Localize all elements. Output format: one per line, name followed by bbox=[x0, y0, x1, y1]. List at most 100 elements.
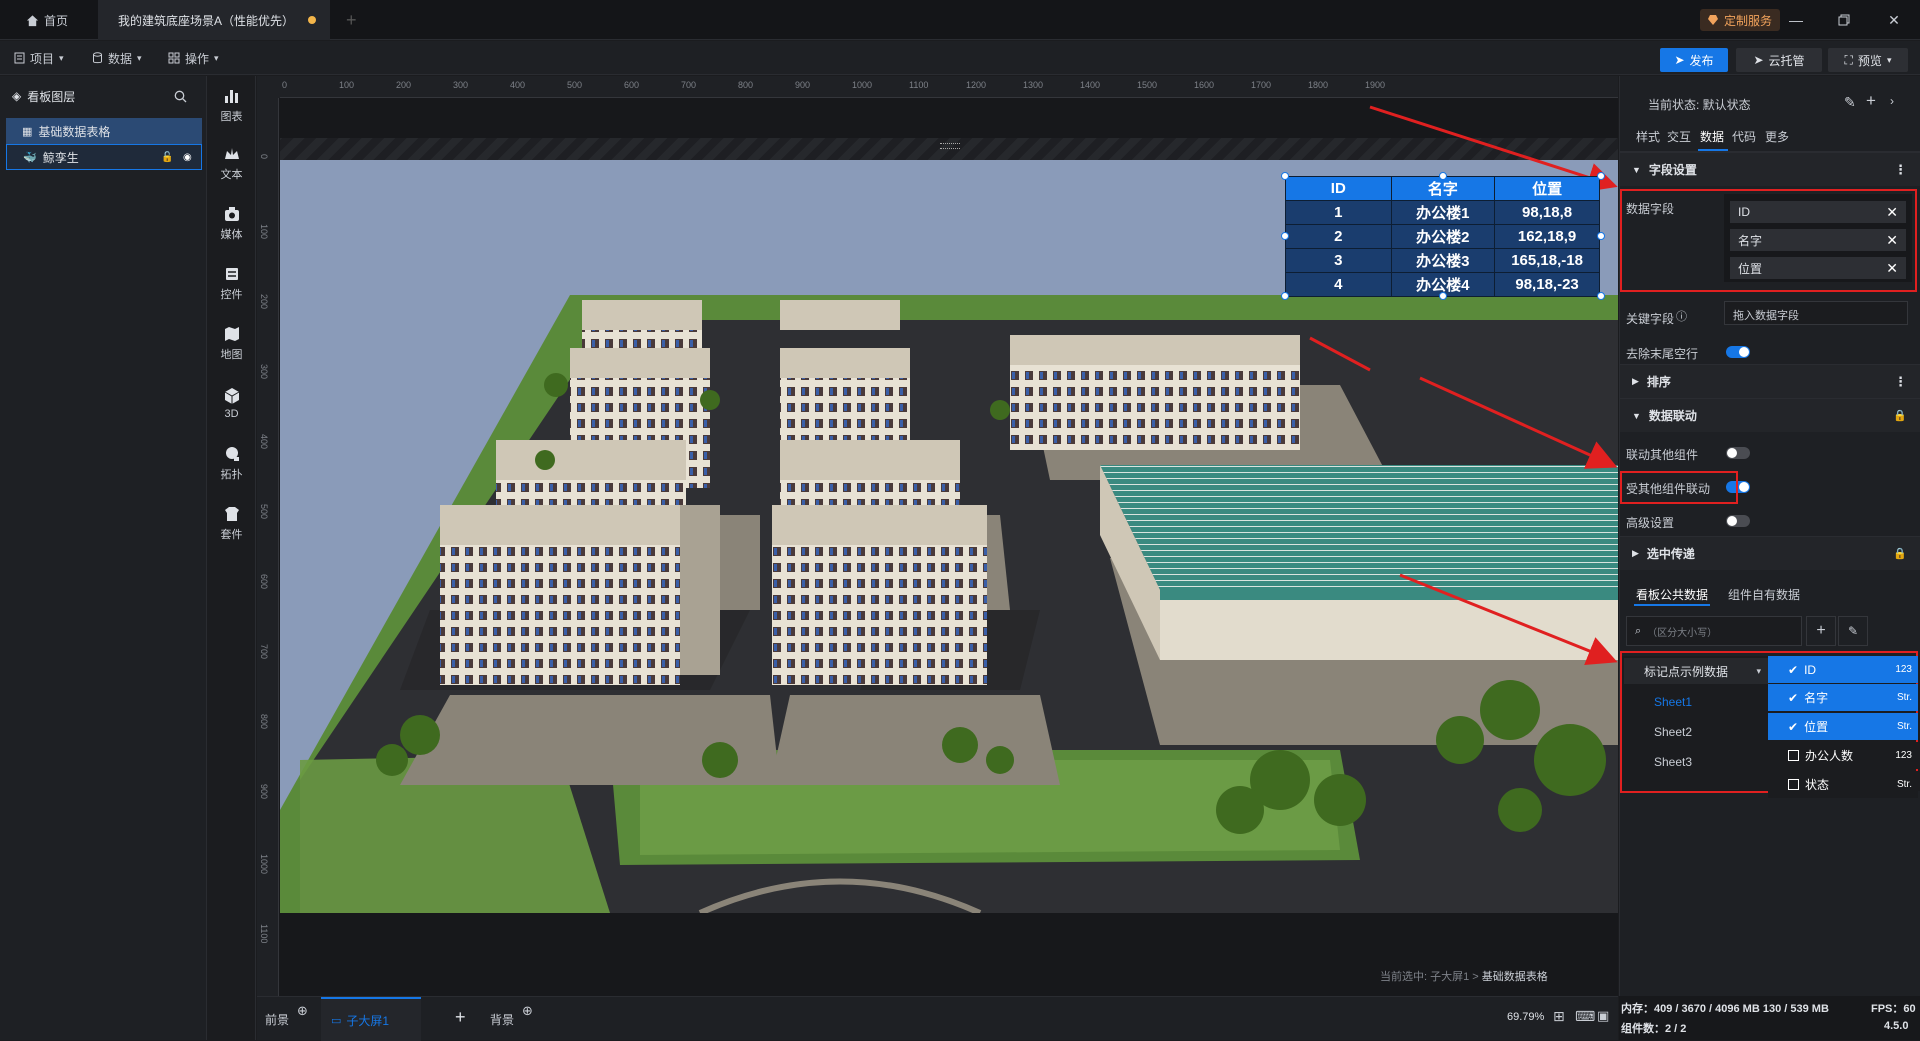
resize-handle[interactable] bbox=[1439, 292, 1447, 300]
key-field-dropzone[interactable]: 拖入数据字段 bbox=[1724, 301, 1908, 325]
search-icon[interactable] bbox=[174, 90, 187, 103]
terminal-icon[interactable]: ▣ bbox=[1597, 1008, 1609, 1024]
more-vertical-icon[interactable]: ⋮ bbox=[1894, 374, 1907, 390]
tab-scene[interactable]: 我的建筑底座场景A（性能优先） bbox=[98, 0, 330, 40]
tab-board-public-data[interactable]: 看板公共数据 bbox=[1636, 586, 1708, 603]
layer-item-twin[interactable]: 🐳 鲸孪生 🔓 ◉ bbox=[6, 144, 202, 170]
add-back-icon[interactable]: ⊕ bbox=[522, 1003, 533, 1019]
section-select-pass[interactable]: ▶ 选中传递 🔒 bbox=[1620, 536, 1920, 570]
table-cell: 3 bbox=[1285, 248, 1392, 273]
layers-icon: ◈ bbox=[12, 89, 22, 103]
ruler-tick-label: 0 bbox=[259, 154, 269, 160]
tool-text[interactable]: 文本 bbox=[207, 136, 256, 190]
ruler-tick-label: 800 bbox=[259, 714, 269, 730]
custom-service-button[interactable]: 定制服务 bbox=[1700, 9, 1781, 31]
resize-handle[interactable] bbox=[1281, 232, 1289, 240]
current-state[interactable]: 当前状态: 默认状态 bbox=[1648, 96, 1751, 113]
table-icon: ▦ bbox=[22, 125, 33, 138]
tab-interaction[interactable]: 交互 bbox=[1667, 128, 1691, 145]
resize-handle[interactable] bbox=[1281, 292, 1289, 300]
resize-handle[interactable] bbox=[1597, 172, 1605, 180]
preview-button[interactable]: ⛶ 预览 ▾ bbox=[1828, 48, 1908, 72]
edit-icon[interactable]: ✎ bbox=[1844, 94, 1856, 111]
resize-handle[interactable] bbox=[1597, 232, 1605, 240]
lock-icon[interactable]: 🔒 bbox=[1893, 409, 1907, 422]
link-other-toggle[interactable] bbox=[1726, 447, 1750, 459]
table-cell: 4 bbox=[1285, 272, 1392, 297]
publish-button[interactable]: ➤ 发布 bbox=[1660, 48, 1728, 72]
fullscreen-icon: ⛶ bbox=[1844, 52, 1853, 67]
resize-handle[interactable] bbox=[1597, 292, 1605, 300]
zoom-level[interactable]: 69.79% bbox=[1507, 1011, 1544, 1023]
tool-topology[interactable]: 拓扑 bbox=[207, 436, 256, 490]
help-icon[interactable]: ⓘ bbox=[1676, 308, 1687, 324]
section-sort[interactable]: ▶ 排序 ⋮ bbox=[1620, 364, 1920, 398]
trim-empty-rows-toggle[interactable] bbox=[1726, 346, 1750, 358]
close-window-icon[interactable]: ✕ bbox=[1884, 10, 1904, 30]
tool-kit[interactable]: 套件 bbox=[207, 496, 256, 550]
layer-panel-header: ◈ 看板图层 bbox=[0, 76, 206, 116]
section-data-linkage[interactable]: ▼ 数据联动 🔒 bbox=[1620, 398, 1920, 432]
maximize-icon[interactable] bbox=[1834, 10, 1854, 30]
layer-item-table[interactable]: ▦ 基础数据表格 bbox=[6, 118, 202, 144]
drag-handle-icon[interactable] bbox=[940, 143, 960, 149]
tool-media[interactable]: 媒体 bbox=[207, 196, 256, 250]
new-tab-icon[interactable]: + bbox=[346, 0, 357, 40]
active-subtab-indicator bbox=[1634, 604, 1710, 606]
tab-code[interactable]: 代码 bbox=[1732, 128, 1756, 145]
keyboard-icon[interactable]: ⌨ bbox=[1575, 1008, 1595, 1025]
cloud-hosting-button[interactable]: ➤ 云托管 bbox=[1736, 48, 1822, 72]
tab-sub-screen-1[interactable]: ▭ 子大屏1 bbox=[321, 997, 421, 1041]
tool-control[interactable]: 控件 bbox=[207, 256, 256, 310]
fit-screen-icon[interactable]: ⊞ bbox=[1553, 1008, 1565, 1025]
tool-map[interactable]: 地图 bbox=[207, 316, 256, 370]
column-type: Str. bbox=[1896, 692, 1912, 703]
column-item-position[interactable]: ✔ 位置 Str. bbox=[1768, 713, 1918, 740]
column-item-name[interactable]: ✔ 名字 Str. bbox=[1768, 684, 1918, 711]
edit-dataset-button[interactable]: ✎ bbox=[1838, 616, 1868, 646]
project-menu[interactable]: 项目 ▾ bbox=[14, 41, 64, 75]
ruler-tick-label: 700 bbox=[681, 80, 697, 90]
column-item-id[interactable]: ✔ ID 123 bbox=[1768, 656, 1918, 683]
add-screen-icon[interactable]: + bbox=[455, 1007, 466, 1028]
unlock-icon[interactable]: 🔓 bbox=[161, 152, 173, 163]
minimize-icon[interactable]: — bbox=[1786, 10, 1806, 30]
lock-icon[interactable]: 🔒 bbox=[1893, 547, 1907, 560]
tab-more[interactable]: 更多 bbox=[1765, 128, 1789, 145]
control-icon bbox=[225, 267, 238, 280]
chevron-right-icon[interactable]: › bbox=[1890, 94, 1894, 108]
tab-style[interactable]: 样式 bbox=[1636, 128, 1660, 145]
table-cell: 1 bbox=[1285, 200, 1392, 225]
link-other-label: 联动其他组件 bbox=[1626, 448, 1699, 462]
cloud-label: 云托管 bbox=[1768, 53, 1805, 68]
data-table-component[interactable]: ID 名字 位置 1 办公楼1 98,18,8 2 办公楼2 162,18,9 3 办公楼… bbox=[1285, 176, 1600, 297]
send-icon: ➤ bbox=[1674, 53, 1685, 67]
add-state-icon[interactable]: + bbox=[1866, 91, 1876, 111]
add-dataset-button[interactable]: + bbox=[1806, 616, 1836, 646]
database-icon bbox=[93, 52, 102, 64]
data-menu[interactable]: 数据 ▾ bbox=[92, 41, 142, 75]
operate-menu[interactable]: 操作 ▾ bbox=[168, 41, 219, 75]
layer-panel-title: 看板图层 bbox=[27, 89, 76, 104]
advanced-toggle[interactable] bbox=[1726, 515, 1750, 527]
tab-data[interactable]: 数据 bbox=[1700, 128, 1724, 145]
tool-3d[interactable]: 3D bbox=[207, 376, 256, 430]
active-tab-indicator bbox=[1698, 149, 1728, 151]
tab-back[interactable]: 背景 bbox=[490, 1011, 514, 1028]
dataset-search-box[interactable]: ⌕ （区分大小写） bbox=[1626, 616, 1802, 646]
resize-handle[interactable] bbox=[1439, 172, 1447, 180]
column-item-staff-count[interactable]: 办公人数 123 bbox=[1768, 742, 1918, 769]
more-vertical-icon[interactable]: ⋮ bbox=[1894, 162, 1907, 178]
caret-right-icon: ▶ bbox=[1632, 548, 1639, 558]
column-item-status[interactable]: 状态 Str. bbox=[1768, 771, 1918, 798]
tab-component-own-data[interactable]: 组件自有数据 bbox=[1728, 586, 1800, 603]
section-title: 排序 bbox=[1646, 375, 1671, 389]
table-cell: 98,18,-23 bbox=[1494, 272, 1600, 297]
tab-home[interactable]: 首页 bbox=[0, 0, 90, 40]
tool-chart[interactable]: 图表 bbox=[207, 78, 256, 132]
eye-icon[interactable]: ◉ bbox=[183, 152, 192, 163]
resize-handle[interactable] bbox=[1281, 172, 1289, 180]
section-field-settings[interactable]: ▼ 字段设置 ⋮ bbox=[1620, 152, 1920, 186]
tab-front[interactable]: 前景 bbox=[265, 1011, 289, 1028]
add-front-icon[interactable]: ⊕ bbox=[297, 1003, 308, 1019]
